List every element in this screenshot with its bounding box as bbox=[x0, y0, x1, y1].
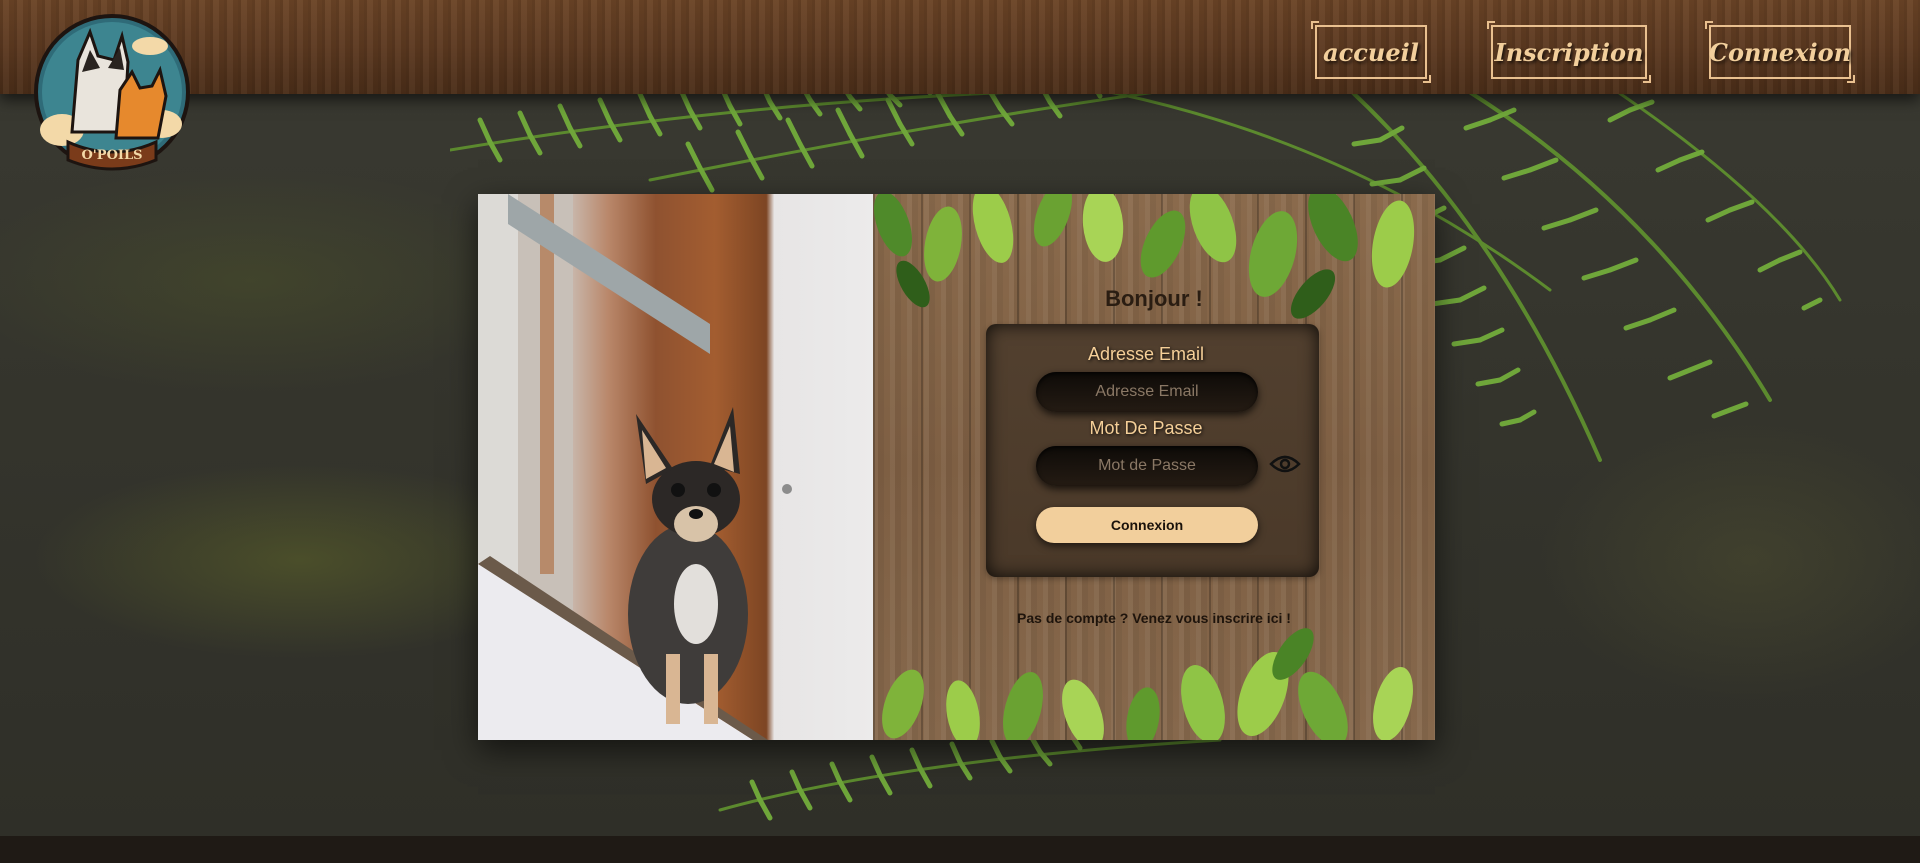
greeting-heading: Bonjour ! bbox=[1105, 286, 1203, 311]
password-field[interactable] bbox=[1036, 446, 1258, 486]
nav-login-button[interactable]: Connexion bbox=[1705, 21, 1851, 79]
leaves-bottom-decoration bbox=[882, 628, 1413, 740]
email-label: Adresse Email bbox=[1087, 344, 1205, 364]
login-form: Adresse Email Mot De Passe Connexion bbox=[986, 324, 1319, 577]
login-panel: Bonjour ! Adresse Email Mot De Passe Con… bbox=[873, 194, 1435, 740]
eye-icon[interactable] bbox=[1269, 454, 1301, 474]
login-card: Bonjour ! Adresse Email Mot De Passe Con… bbox=[478, 194, 1435, 740]
leaves-top-decoration bbox=[873, 194, 1415, 319]
nav-signup-button[interactable]: Inscription bbox=[1487, 21, 1647, 79]
nav-home-button[interactable]: accueil bbox=[1311, 21, 1427, 79]
password-label: Mot De Passe bbox=[1089, 418, 1203, 438]
footer-bar bbox=[0, 836, 1920, 863]
brand-logo[interactable]: O'POILS bbox=[32, 12, 192, 178]
top-navbar: accueil Inscription Connexion bbox=[0, 0, 1920, 94]
login-submit-button[interactable]: Connexion bbox=[1036, 507, 1258, 543]
email-field[interactable] bbox=[1036, 372, 1258, 412]
fern-decoration-bottom bbox=[718, 733, 1222, 821]
dog-photo bbox=[478, 194, 873, 740]
logo-text: O'POILS bbox=[81, 148, 142, 163]
signup-link[interactable]: Pas de compte ? Venez vous inscrire ici … bbox=[873, 610, 1435, 626]
